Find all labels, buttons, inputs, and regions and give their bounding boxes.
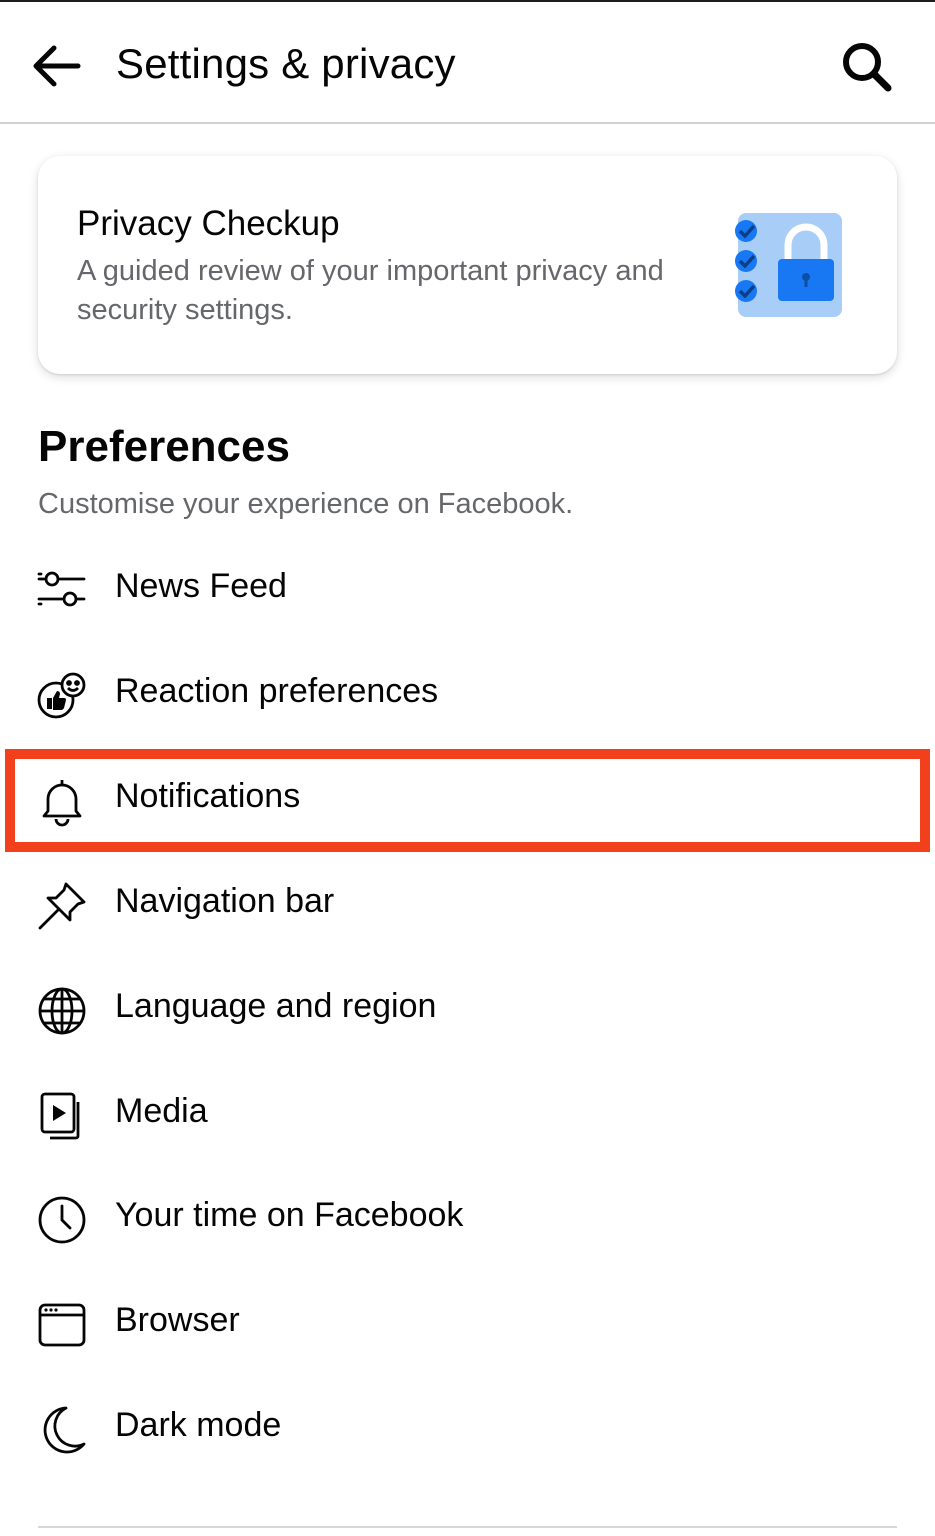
menu-item-label: Language and region (115, 987, 437, 1025)
menu-item-navigation-bar[interactable]: Navigation bar (0, 852, 935, 956)
privacy-checkup-title: Privacy Checkup (77, 204, 340, 243)
menu-item-label: Dark mode (115, 1406, 282, 1444)
back-button[interactable] (28, 42, 84, 90)
privacy-checkup-card[interactable]: Privacy Checkup A guided review of your … (38, 156, 897, 374)
menu-item-label: Browser (115, 1301, 240, 1339)
privacy-checklist-lock-icon (735, 213, 842, 317)
menu-item-label: Navigation bar (115, 882, 335, 920)
header-bar: Settings & privacy (0, 2, 935, 124)
sliders-icon (37, 571, 86, 607)
menu-item-notifications[interactable]: Notifications (0, 747, 935, 851)
media-icon (40, 1092, 80, 1140)
menu-item-label: Notifications (115, 777, 301, 815)
clock-icon (38, 1196, 86, 1244)
search-button[interactable] (838, 38, 896, 96)
browser-icon (38, 1303, 86, 1347)
arrow-left-icon (33, 45, 81, 87)
menu-item-your-time[interactable]: Your time on Facebook (0, 1166, 935, 1270)
moon-icon (43, 1406, 86, 1454)
menu-item-language-region[interactable]: Language and region (0, 957, 935, 1061)
pin-icon (38, 882, 86, 930)
preferences-heading: Preferences (38, 422, 290, 471)
settings-privacy-screen: Settings & privacy Privacy Checkup A gui… (0, 0, 935, 1536)
menu-item-label: Media (115, 1092, 208, 1130)
menu-item-media[interactable]: Media (0, 1062, 935, 1166)
menu-item-dark-mode[interactable]: Dark mode (0, 1376, 935, 1480)
preferences-subtitle: Customise your experience on Facebook. (38, 488, 574, 520)
search-icon (843, 43, 892, 92)
bell-icon (42, 780, 82, 827)
page-title: Settings & privacy (116, 40, 456, 87)
menu-item-label: News Feed (115, 567, 287, 605)
menu-item-news-feed[interactable]: News Feed (0, 537, 935, 641)
menu-item-reaction-preferences[interactable]: Reaction preferences (0, 642, 935, 746)
globe-icon (38, 987, 86, 1035)
menu-item-browser[interactable]: Browser (0, 1271, 935, 1375)
privacy-checkup-description: A guided review of your important privac… (77, 255, 664, 326)
bottom-divider (38, 1526, 897, 1528)
menu-item-label: Your time on Facebook (115, 1196, 464, 1234)
menu-item-label: Reaction preferences (115, 672, 439, 710)
reaction-icon (37, 672, 86, 719)
